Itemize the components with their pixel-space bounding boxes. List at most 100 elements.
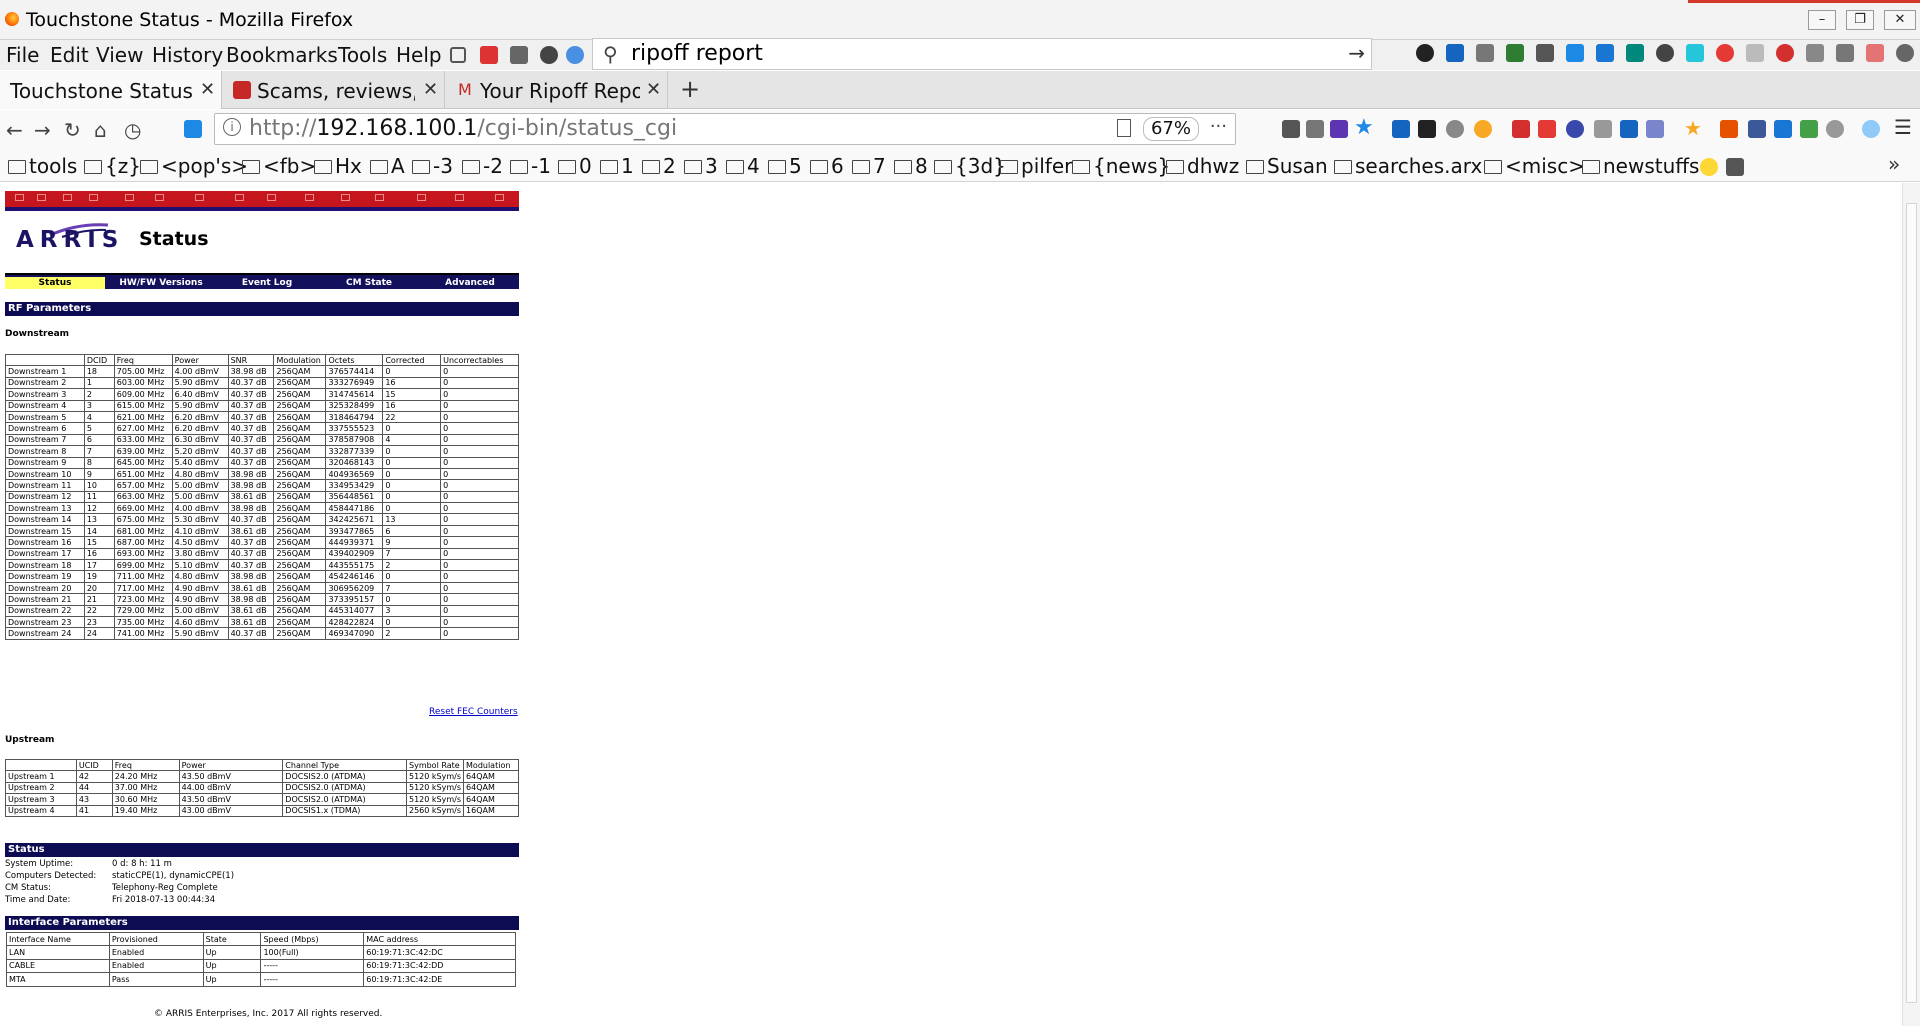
- bookmark-folder[interactable]: 7: [852, 154, 886, 178]
- bookmark-folder[interactable]: Susan: [1246, 154, 1328, 178]
- maximize-button[interactable]: ❐: [1846, 10, 1874, 30]
- translate-icon[interactable]: [1446, 44, 1464, 62]
- reload-icon[interactable]: ↻: [64, 118, 81, 142]
- shield-icon[interactable]: [1330, 120, 1348, 138]
- c-extension-icon[interactable]: [1826, 120, 1844, 138]
- bookmark-folder[interactable]: 1: [600, 154, 634, 178]
- history-icon[interactable]: ◷: [124, 118, 141, 142]
- bookmark-folder[interactable]: {z}: [84, 154, 141, 178]
- tag-icon[interactable]: [1836, 44, 1854, 62]
- url-text[interactable]: http://192.168.100.1/cgi-bin/status_cgi: [249, 116, 677, 141]
- s-extension-icon[interactable]: [1596, 44, 1614, 62]
- bookmark-folder[interactable]: 0: [558, 154, 592, 178]
- radiation-icon[interactable]: [1416, 44, 1434, 62]
- menu-tools[interactable]: Tools: [338, 43, 387, 67]
- bookmark-folder[interactable]: -3: [412, 154, 453, 178]
- ublock-icon[interactable]: [480, 46, 498, 64]
- plus-extension-icon[interactable]: [184, 120, 202, 138]
- grid-icon[interactable]: [1506, 44, 1524, 62]
- green-badge-icon[interactable]: [1800, 120, 1818, 138]
- vertical-scrollbar[interactable]: [1902, 183, 1920, 1026]
- bookmark-folder[interactable]: searches.arx: [1334, 154, 1482, 178]
- bookmark-folder[interactable]: 2: [642, 154, 676, 178]
- search-input[interactable]: ripoff report: [631, 41, 763, 66]
- tab-touchstone-status[interactable]: Touchstone Status ✕: [0, 71, 222, 109]
- menu-bookmarks[interactable]: Bookmarks: [226, 43, 338, 67]
- bookmark-folder[interactable]: pilfer: [1000, 154, 1072, 178]
- new-tab-icon[interactable]: +: [680, 75, 700, 103]
- pocket-nav-icon[interactable]: [1282, 120, 1300, 138]
- bookmark-folder[interactable]: dhwz: [1166, 154, 1239, 178]
- search-box[interactable]: ⚲ ripoff report →: [592, 38, 1372, 70]
- bookmark-folder[interactable]: -1: [510, 154, 551, 178]
- star-extension-icon[interactable]: ★: [1684, 116, 1702, 140]
- sidebar-icon[interactable]: [1476, 44, 1494, 62]
- circle-extension-icon[interactable]: [1446, 120, 1464, 138]
- back-icon[interactable]: ←: [6, 118, 23, 142]
- hamburger-menu-icon[interactable]: ☰: [1894, 115, 1912, 139]
- address-bar[interactable]: i http://192.168.100.1/cgi-bin/status_cg…: [214, 113, 1236, 145]
- adblock-icon[interactable]: [1776, 44, 1794, 62]
- chart-icon[interactable]: [1620, 120, 1638, 138]
- people-icon[interactable]: [1392, 120, 1410, 138]
- bookmark-folder[interactable]: <fb>: [242, 154, 316, 178]
- monitor-icon[interactable]: [1306, 120, 1324, 138]
- s-green-icon[interactable]: [1626, 44, 1644, 62]
- screenshot-icon[interactable]: [1686, 44, 1704, 62]
- globe-icon[interactable]: [1862, 120, 1880, 138]
- bookmark-folder[interactable]: A: [370, 154, 405, 178]
- bookmark-folder[interactable]: 3: [684, 154, 718, 178]
- bookmark-folder[interactable]: 6: [810, 154, 844, 178]
- link-icon[interactable]: [540, 46, 558, 64]
- library-icon[interactable]: [450, 47, 466, 63]
- crosshair-icon[interactable]: [1594, 120, 1612, 138]
- reader-view-icon[interactable]: [1117, 119, 1131, 137]
- tab-close-icon[interactable]: ✕: [423, 79, 438, 100]
- reader-icon[interactable]: [510, 46, 528, 64]
- facebook-icon[interactable]: [1748, 120, 1766, 138]
- minimize-button[interactable]: –: [1808, 10, 1836, 30]
- menu-edit[interactable]: Edit: [50, 43, 89, 67]
- bookmark-folder[interactable]: {news}: [1072, 154, 1170, 178]
- alert-icon[interactable]: [1512, 120, 1530, 138]
- zoom-indicator[interactable]: 67%: [1143, 117, 1199, 141]
- printer-icon[interactable]: [1726, 158, 1744, 176]
- bookmark-folder[interactable]: tools: [8, 154, 77, 178]
- bookmark-folder[interactable]: newstuffs: [1582, 154, 1699, 178]
- page-actions-icon[interactable]: ···: [1210, 116, 1227, 137]
- search-go-icon[interactable]: →: [1348, 41, 1365, 65]
- bookmark-folder[interactable]: <pop's>: [140, 154, 248, 178]
- bookmark-folder[interactable]: -2: [462, 154, 503, 178]
- container-icon[interactable]: [566, 46, 584, 64]
- d-extension-icon[interactable]: [1418, 120, 1436, 138]
- hand-icon[interactable]: [1746, 44, 1764, 62]
- home-icon[interactable]: ⌂: [94, 118, 107, 142]
- tab-close-icon[interactable]: ✕: [646, 79, 661, 100]
- menu-view[interactable]: View: [96, 43, 143, 67]
- reset-fec-counters-link[interactable]: Reset FEC Counters: [429, 707, 518, 717]
- close-window-button[interactable]: ✕: [1884, 10, 1916, 30]
- bookmark-folder[interactable]: 5: [768, 154, 802, 178]
- m-extension-icon[interactable]: [1716, 44, 1734, 62]
- tab-scams-reviews[interactable]: Scams, reviews, c ✕: [223, 71, 445, 109]
- bookmark-star-icon[interactable]: ★: [1354, 115, 1374, 140]
- flag-icon[interactable]: [1866, 44, 1884, 62]
- save-icon[interactable]: [1774, 120, 1792, 138]
- nav-hwfw-versions[interactable]: HW/FW Versions: [109, 277, 213, 289]
- skype-icon[interactable]: [1566, 44, 1584, 62]
- ghost-icon[interactable]: [1656, 44, 1674, 62]
- nav-advanced[interactable]: Advanced: [421, 277, 519, 289]
- tab-close-icon[interactable]: ✕: [200, 79, 215, 100]
- nav-cm-state[interactable]: CM State: [321, 277, 417, 289]
- tab-your-ripoff-report[interactable]: M Your Ripoff Repor ✕: [446, 71, 668, 109]
- bookmark-folder[interactable]: 8: [894, 154, 928, 178]
- bookmark-folder[interactable]: <misc>: [1484, 154, 1585, 178]
- nav-status[interactable]: Status: [5, 277, 105, 289]
- download-arrow-icon[interactable]: [1538, 120, 1556, 138]
- menu-history[interactable]: History: [152, 43, 223, 67]
- lightbulb-icon[interactable]: [1700, 158, 1718, 176]
- forward-icon[interactable]: →: [34, 118, 51, 142]
- site-info-icon[interactable]: i: [223, 118, 241, 136]
- bookmark-folder[interactable]: Hx: [314, 154, 362, 178]
- nav-event-log[interactable]: Event Log: [217, 277, 317, 289]
